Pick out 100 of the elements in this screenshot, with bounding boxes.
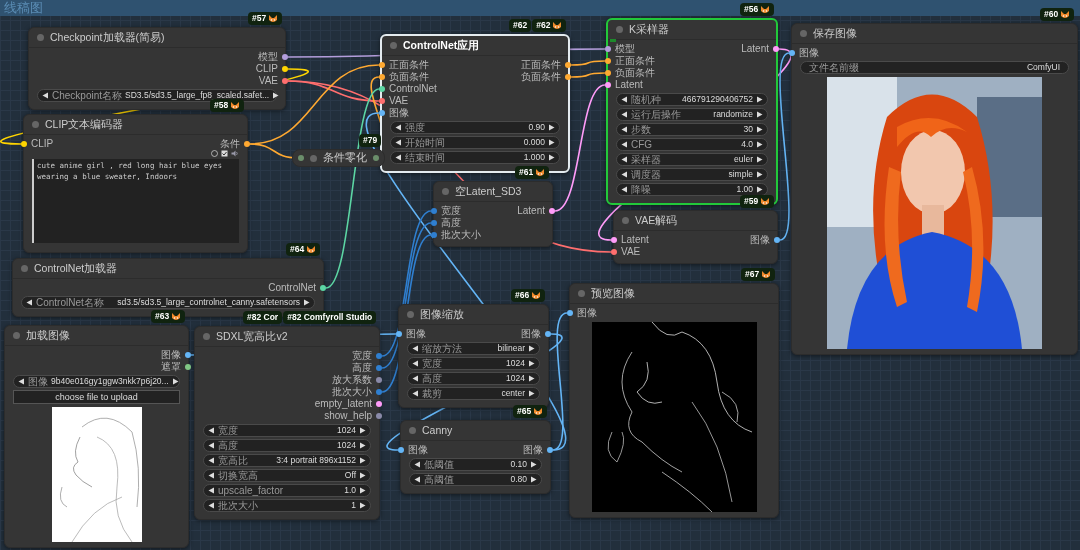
arrow-left-icon[interactable]	[621, 141, 628, 148]
collapse-dot[interactable]	[32, 121, 39, 128]
combo-widget[interactable]: 宽高比 3:4 portrait 896x1152	[203, 454, 371, 467]
collapse-dot[interactable]	[409, 427, 416, 434]
arrow-left-icon[interactable]	[208, 502, 215, 509]
combo-widget[interactable]: 降噪 1.00	[616, 183, 768, 196]
combo-widget[interactable]: 批次大小 1	[203, 499, 371, 512]
collapse-dot[interactable]	[800, 30, 807, 37]
combo-widget[interactable]: 切换宽高 Off	[203, 469, 371, 482]
collapse-dot[interactable]	[310, 154, 317, 162]
slot-label: 放大系数	[332, 375, 372, 385]
collapse-dot[interactable]	[203, 333, 210, 340]
arrow-right-icon[interactable]	[756, 186, 763, 193]
arrow-right-icon[interactable]	[359, 502, 366, 509]
arrow-right-icon[interactable]	[530, 461, 537, 468]
collapsed-node[interactable]: 条件零化	[292, 149, 385, 167]
collapse-dot[interactable]	[407, 311, 414, 318]
arrow-right-icon[interactable]	[359, 472, 366, 479]
arrow-left-icon[interactable]	[208, 487, 215, 494]
arrow-right-icon[interactable]	[756, 141, 763, 148]
arrow-right-icon[interactable]	[548, 154, 555, 161]
arrow-left-icon[interactable]	[621, 171, 628, 178]
arrow-left-icon[interactable]	[26, 299, 33, 306]
combo-widget[interactable]: 宽度 1024	[203, 424, 371, 437]
arrow-right-icon[interactable]	[171, 378, 179, 385]
combo-widget[interactable]: 结束时间 1.000	[390, 151, 560, 164]
combo-widget[interactable]: 调度器 simple	[616, 168, 768, 181]
arrow-left-icon[interactable]	[412, 375, 419, 382]
arrow-left-icon[interactable]	[412, 360, 419, 367]
combo-widget[interactable]: 缩放方法 bilinear	[407, 342, 540, 355]
arrow-right-icon[interactable]	[528, 375, 535, 382]
arrow-left-icon[interactable]	[208, 472, 215, 479]
arrow-left-icon[interactable]	[412, 345, 419, 352]
combo-widget[interactable]: 运行后操作 randomize	[616, 108, 768, 121]
combo-widget[interactable]: 随机种 466791290406752	[616, 93, 768, 106]
arrow-right-icon[interactable]	[530, 476, 537, 483]
combo-widget[interactable]: Checkpoint名称 SD3.5/sd3.5_large_fp8_scaled.safet...	[37, 89, 277, 102]
arrow-right-icon[interactable]	[359, 427, 366, 434]
combo-widget[interactable]: upscale_factor 1.0	[203, 484, 371, 497]
arrow-left-icon[interactable]	[621, 126, 628, 133]
arrow-right-icon[interactable]	[272, 92, 280, 99]
collapse-dot[interactable]	[578, 290, 585, 297]
speaker-icon[interactable]	[231, 150, 239, 157]
combo-widget[interactable]: 高度 1024	[407, 372, 540, 385]
circle-icon[interactable]	[211, 150, 218, 157]
combo-widget[interactable]: 步数 30	[616, 123, 768, 136]
arrow-left-icon[interactable]	[414, 461, 421, 468]
widget-label: 批次大小	[218, 500, 258, 511]
arrow-right-icon[interactable]	[359, 487, 366, 494]
collapse-dot[interactable]	[21, 265, 28, 272]
combo-widget[interactable]: ControlNet名称 sd3.5/sd3.5_large_controlnet_canny.safetensors	[21, 296, 315, 309]
combo-widget[interactable]: 强度 0.90	[390, 121, 560, 134]
arrow-left-icon[interactable]	[208, 457, 215, 464]
slot-label: show_help	[324, 411, 372, 421]
arrow-right-icon[interactable]	[548, 139, 555, 146]
combo-widget[interactable]: 开始时间 0.000	[390, 136, 560, 149]
arrow-right-icon[interactable]	[528, 360, 535, 367]
collapse-dot[interactable]	[622, 217, 629, 224]
combo-widget[interactable]: CFG 4.0	[616, 138, 768, 151]
combo-widget[interactable]: 宽度 1024	[407, 357, 540, 370]
upload-button[interactable]: choose file to upload	[13, 390, 180, 404]
arrow-left-icon[interactable]	[621, 156, 628, 163]
collapse-dot[interactable]	[390, 42, 397, 49]
combo-widget[interactable]: 图像 9b40e016gy1ggw3nkk7p6j20...	[13, 375, 180, 388]
arrow-right-icon[interactable]	[756, 156, 763, 163]
arrow-left-icon[interactable]	[208, 442, 215, 449]
arrow-right-icon[interactable]	[756, 111, 763, 118]
collapse-dot[interactable]	[37, 34, 44, 41]
arrow-left-icon[interactable]	[395, 154, 402, 161]
collapse-dot[interactable]	[13, 332, 20, 339]
arrow-right-icon[interactable]	[548, 124, 555, 131]
combo-widget[interactable]: 裁剪 center	[407, 387, 540, 400]
text-widget[interactable]: 文件名前缀 ComfyUI	[800, 61, 1069, 74]
arrow-left-icon[interactable]	[42, 92, 49, 99]
arrow-left-icon[interactable]	[621, 186, 628, 193]
arrow-left-icon[interactable]	[395, 124, 402, 131]
arrow-right-icon[interactable]	[756, 126, 763, 133]
arrow-right-icon[interactable]	[528, 390, 535, 397]
combo-widget[interactable]: 低阈值 0.10	[409, 458, 542, 471]
arrow-right-icon[interactable]	[359, 442, 366, 449]
arrow-right-icon[interactable]	[303, 299, 310, 306]
arrow-left-icon[interactable]	[414, 476, 421, 483]
combo-widget[interactable]: 高阈值 0.80	[409, 473, 542, 486]
collapse-dot[interactable]	[616, 26, 623, 33]
arrow-left-icon[interactable]	[208, 427, 215, 434]
node-id: #64	[290, 243, 305, 256]
collapse-dot[interactable]	[442, 188, 449, 195]
arrow-right-icon[interactable]	[359, 457, 366, 464]
combo-widget[interactable]: 采样器 euler	[616, 153, 768, 166]
arrow-left-icon[interactable]	[395, 139, 402, 146]
arrow-left-icon[interactable]	[18, 378, 25, 385]
progress-marker	[610, 39, 616, 42]
arrow-left-icon[interactable]	[412, 390, 419, 397]
combo-widget[interactable]: 高度 1024	[203, 439, 371, 452]
arrow-left-icon[interactable]	[621, 96, 628, 103]
arrow-right-icon[interactable]	[756, 96, 763, 103]
arrow-right-icon[interactable]	[756, 171, 763, 178]
arrow-left-icon[interactable]	[621, 111, 628, 118]
checkbox-icon[interactable]	[221, 150, 228, 157]
arrow-right-icon[interactable]	[528, 345, 535, 352]
